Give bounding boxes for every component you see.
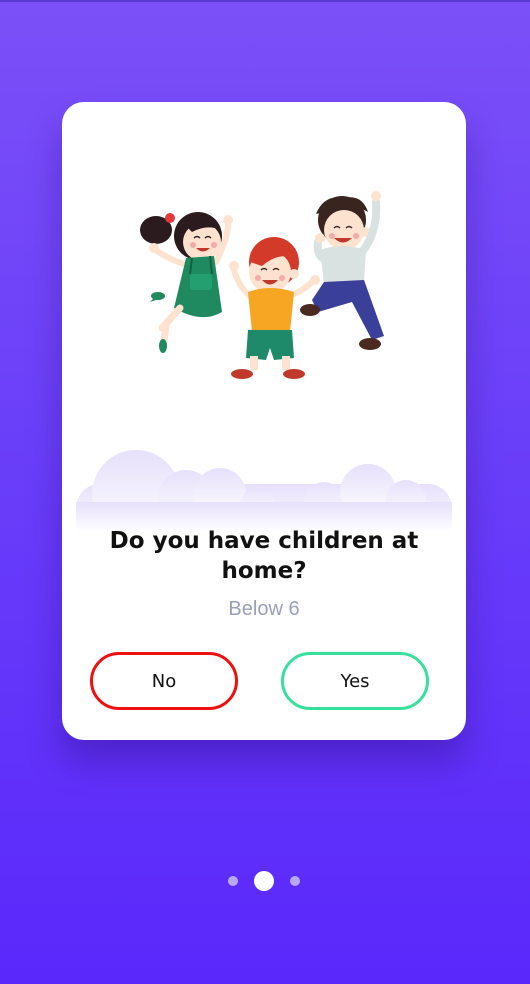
yes-button-label: Yes: [340, 670, 370, 692]
boy-figure-right: [300, 191, 384, 350]
no-button[interactable]: No: [90, 652, 238, 710]
yes-button[interactable]: Yes: [281, 652, 429, 710]
page-dot-2-active[interactable]: [254, 871, 274, 891]
page-dot-3[interactable]: [290, 876, 300, 886]
cloud-icon: [76, 450, 452, 532]
no-button-label: No: [151, 670, 177, 692]
page-dot-1[interactable]: [228, 876, 238, 886]
girl-figure: [140, 212, 233, 353]
question-title: Do you have children at home?: [109, 528, 419, 584]
question-card: Do you have children at home? Below 6 No…: [62, 102, 466, 740]
question-subtitle: Below 6: [228, 598, 300, 620]
top-border: [0, 0, 530, 2]
page-indicator: [0, 870, 530, 892]
jumping-children-illustration: [76, 191, 452, 532]
